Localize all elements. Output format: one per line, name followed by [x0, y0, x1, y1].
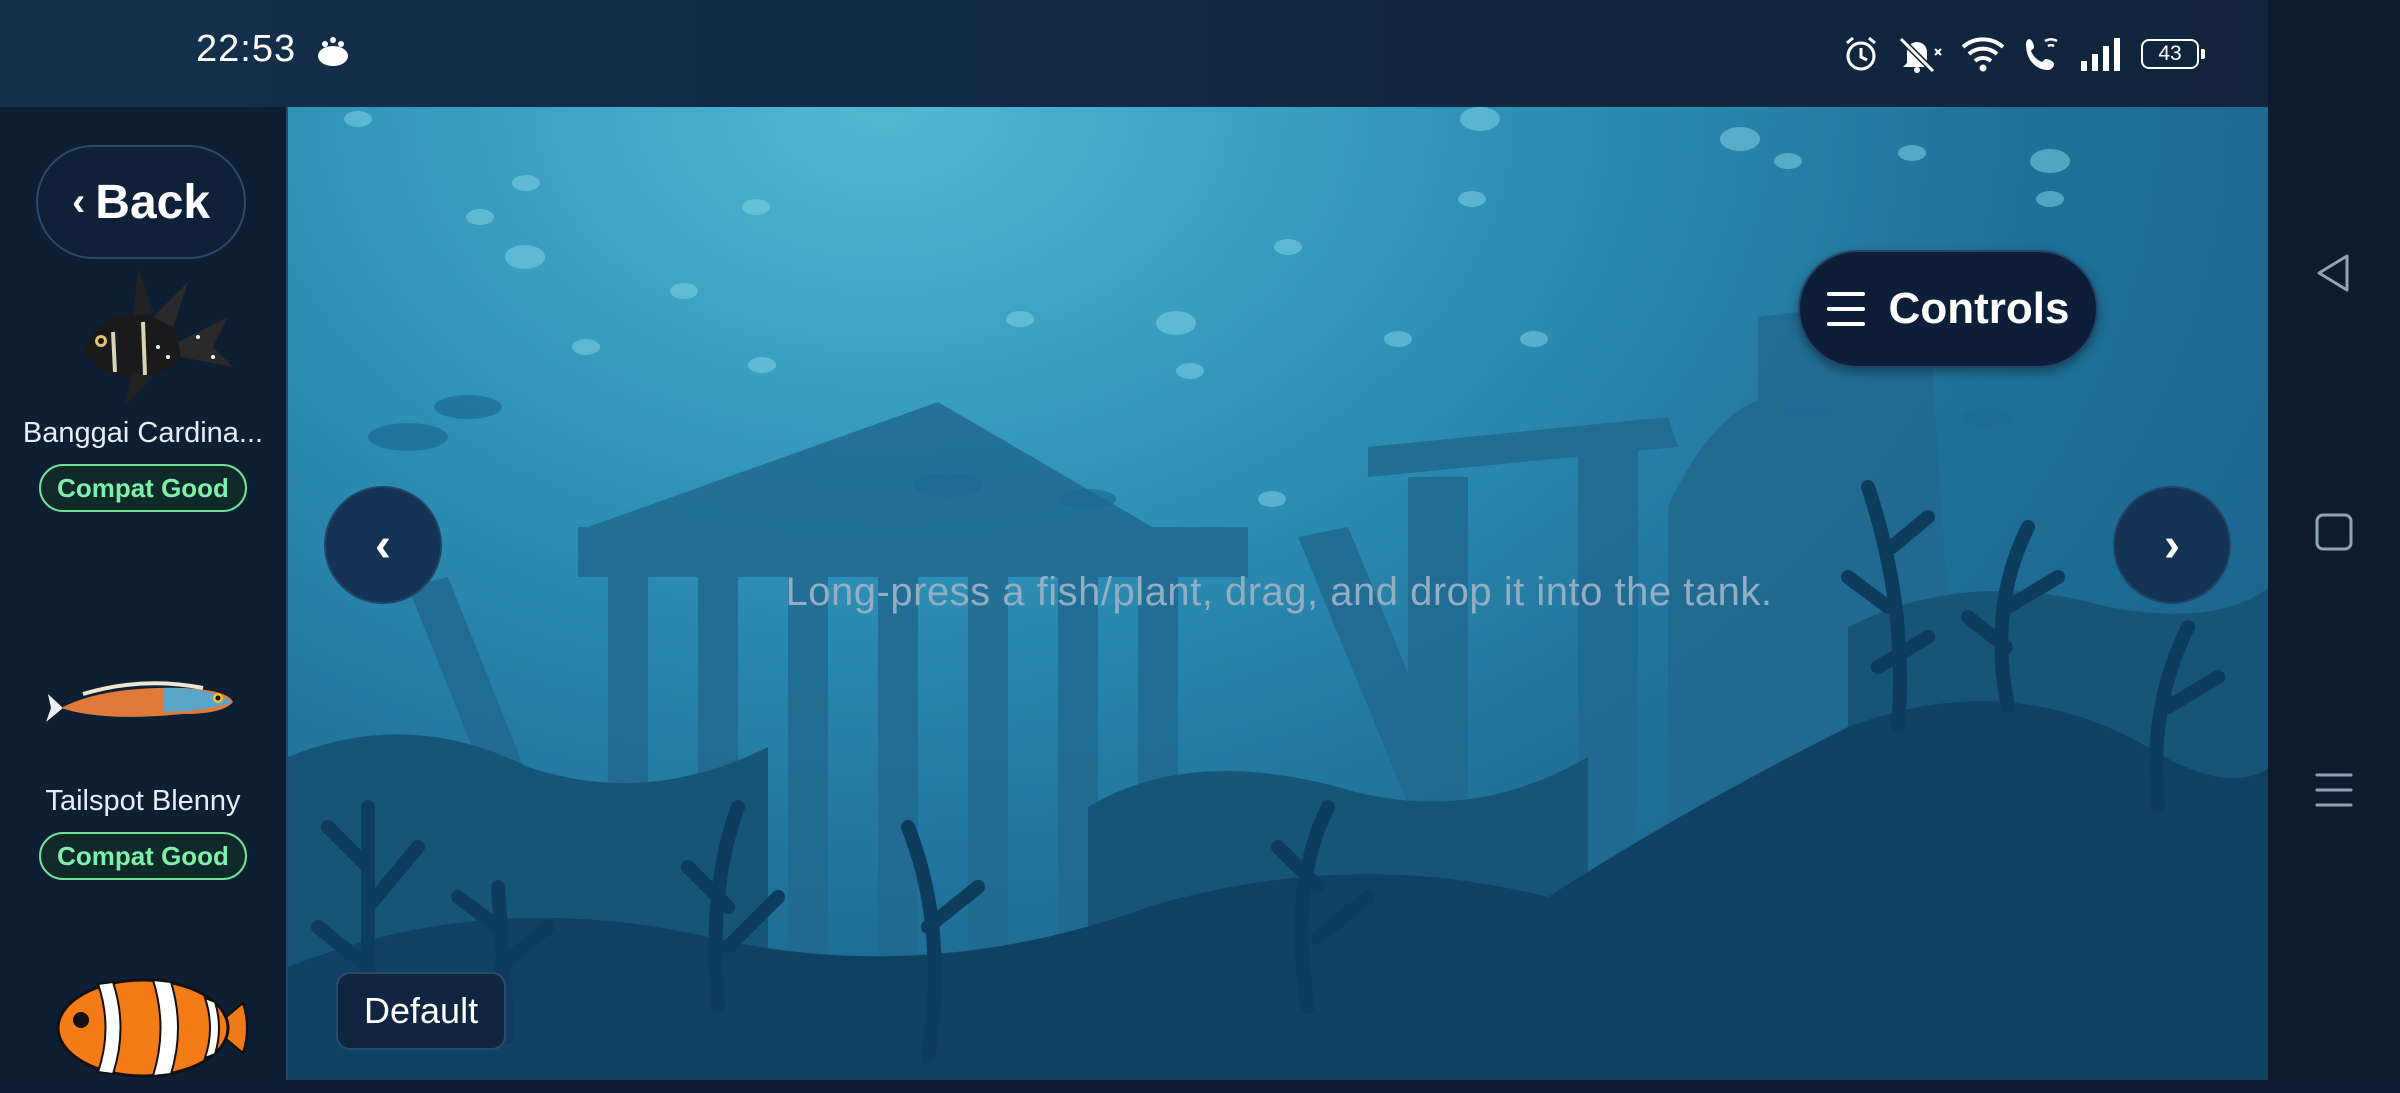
signal-icon: [2081, 38, 2120, 71]
controls-label: Controls: [1888, 284, 2070, 333]
clownfish-image: [56, 978, 248, 1078]
mute-icon: [1898, 36, 1942, 73]
compat-badge: Compat Good: [39, 464, 247, 512]
back-label: Back: [95, 175, 211, 229]
battery-icon: 43: [2141, 39, 2205, 69]
tailspot-blenny-image: [46, 681, 233, 722]
fish-name: Tailspot Blenny: [45, 785, 241, 817]
chevron-left-icon: ‹: [375, 518, 391, 572]
cat-app-icon: [318, 37, 348, 66]
back-button[interactable]: ‹ Back: [36, 145, 246, 259]
wifi-call-icon: [2026, 38, 2058, 70]
fish-name: Banggai Cardina...: [22, 417, 264, 449]
alarm-icon: [1846, 36, 1876, 71]
banggai-cardinalfish-image: [83, 267, 233, 407]
chevron-left-icon: ‹: [71, 179, 86, 224]
chevron-right-icon: ›: [2164, 518, 2180, 572]
nav-recents-icon[interactable]: [2313, 769, 2355, 811]
next-background-button[interactable]: ›: [2113, 486, 2231, 604]
nav-home-icon[interactable]: [2313, 511, 2355, 553]
compat-badge: Compat Good: [39, 832, 247, 880]
status-icons: 43: [1843, 30, 2205, 78]
controls-button[interactable]: Controls: [1798, 250, 2098, 368]
fish-card[interactable]: [0, 968, 286, 1093]
status-bar: 22:53 43: [0, 0, 2268, 107]
drag-drop-hint: Long-press a fish/plant, drag, and drop …: [785, 570, 1773, 614]
fish-card[interactable]: Tailspot Blenny Compat Good: [0, 630, 286, 880]
status-time: 22:53: [196, 28, 297, 70]
previous-background-button[interactable]: ‹: [324, 486, 442, 604]
hamburger-menu-icon: [1826, 292, 1865, 326]
theme-label: Default: [364, 990, 479, 1031]
fish-card[interactable]: Banggai Cardina... Compat Good: [0, 262, 286, 512]
wifi-icon: [1961, 37, 2005, 72]
nav-back-icon[interactable]: [2313, 252, 2355, 294]
background-theme-chip[interactable]: Default: [336, 972, 507, 1050]
